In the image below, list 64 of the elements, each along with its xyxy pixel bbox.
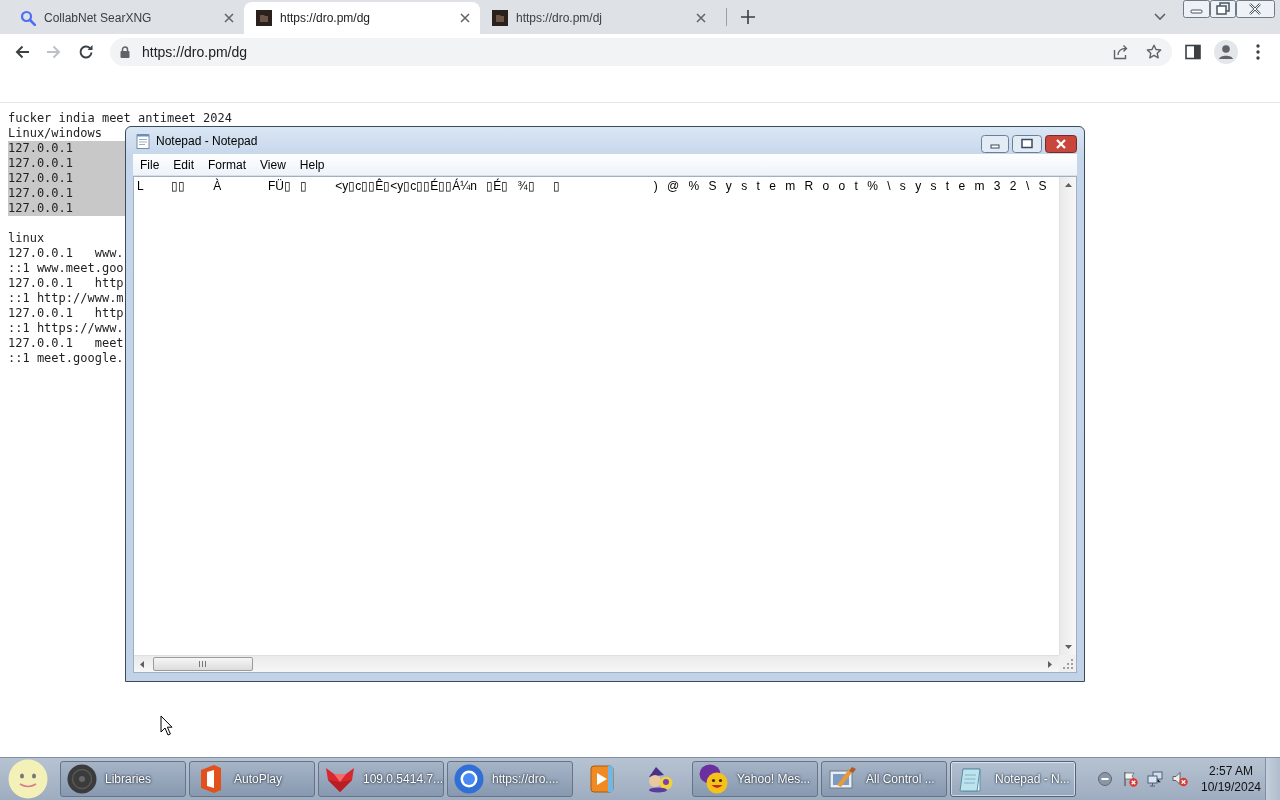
vertical-scrollbar[interactable]	[1059, 177, 1076, 655]
play-icon[interactable]	[588, 765, 616, 793]
down-arrow-icon[interactable]	[1064, 645, 1072, 649]
horizontal-scrollbar[interactable]	[134, 655, 1059, 672]
network-icon[interactable]	[1147, 771, 1163, 787]
text-line: ::1 http://www.m	[8, 291, 124, 306]
text-line: ::1 www.meet.goo	[8, 261, 124, 276]
menu-item[interactable]: View	[253, 157, 293, 172]
left-arrow-icon[interactable]	[140, 660, 144, 668]
flag-error-icon[interactable]	[1122, 771, 1138, 787]
menu-item[interactable]: Format	[201, 157, 254, 172]
text-line: fucker india meet antimeet 2024	[8, 111, 232, 126]
mouse-cursor-icon	[160, 715, 173, 736]
text-line: ::1 https://www.	[8, 321, 124, 336]
side-panel-icon[interactable]	[1185, 44, 1201, 60]
browser-tab[interactable]: https://dro.pm/dj	[480, 2, 716, 34]
left-arrow-icon[interactable]	[14, 44, 30, 60]
maximize-button[interactable]	[1012, 135, 1042, 153]
lock-icon[interactable]	[120, 46, 130, 58]
close-icon[interactable]	[460, 13, 470, 23]
text-line: 127.0.0.1 http	[8, 276, 124, 291]
text-line: Linux/windows	[8, 126, 102, 141]
text-line: ::1 meet.google.	[8, 351, 124, 366]
search-icon	[20, 10, 36, 26]
character-icon[interactable]	[646, 765, 674, 793]
up-arrow-icon[interactable]	[1064, 183, 1072, 187]
menu-item[interactable]: Edit	[166, 157, 202, 172]
start-button[interactable]	[8, 759, 48, 799]
muted-speaker-icon[interactable]	[1172, 771, 1188, 787]
plus-icon[interactable]	[741, 10, 755, 24]
close-icon[interactable]	[696, 13, 706, 23]
close-button[interactable]	[1236, 0, 1275, 18]
browser-tab[interactable]: https://dro.pm/dg	[244, 2, 480, 34]
menu-item[interactable]: File	[133, 157, 167, 172]
share-icon[interactable]	[1113, 44, 1129, 60]
scroll-thumb[interactable]	[153, 657, 253, 671]
window-title: Notepad - Notepad	[156, 133, 258, 148]
messenger-smiley-icon	[699, 764, 729, 794]
browser-tab[interactable]: CollabNet SearXNG	[8, 2, 244, 34]
notepad-icon	[136, 132, 150, 149]
address-field[interactable]: https://dro.pm/dg	[110, 38, 1172, 66]
text-line: 127.0.0.1 http	[8, 306, 124, 321]
text-line: linux	[8, 231, 45, 246]
right-arrow-icon[interactable]	[1048, 660, 1052, 668]
reload-icon[interactable]	[78, 44, 94, 60]
close-button[interactable]	[1045, 135, 1077, 153]
close-icon[interactable]	[224, 13, 234, 23]
text-line: 127.0.0.1 meet	[8, 336, 124, 351]
kebab-menu-icon[interactable]	[1256, 44, 1260, 60]
ring-logo-icon	[454, 764, 484, 794]
chevron-down-icon[interactable]	[1154, 13, 1166, 21]
size-grip-icon[interactable]	[1063, 659, 1073, 669]
disc-icon	[67, 764, 97, 794]
menu-item[interactable]: Help	[292, 157, 332, 172]
favicon-icon	[256, 10, 272, 26]
star-icon[interactable]	[1146, 44, 1162, 60]
text-area[interactable]: L ▯▯ À FÜ▯ ▯ <y▯c▯▯Ê▯<y▯c▯▯É▯▯Á¼n ▯É▯ ¾▯ ▯ ) @ % S y s t e m R o o t % \ s y s t e m 3 2 \ S	[134, 177, 1059, 655]
minimize-button[interactable]	[1183, 0, 1210, 18]
avatar-icon[interactable]	[1214, 40, 1238, 64]
restore-button[interactable]	[1210, 0, 1236, 18]
favicon-icon	[492, 10, 508, 26]
text-line: 127.0.0.1 www.	[8, 246, 124, 261]
minus-circle-icon[interactable]	[1098, 772, 1112, 786]
clock[interactable]: 2:57 AM 10/19/2024	[1200, 763, 1262, 795]
